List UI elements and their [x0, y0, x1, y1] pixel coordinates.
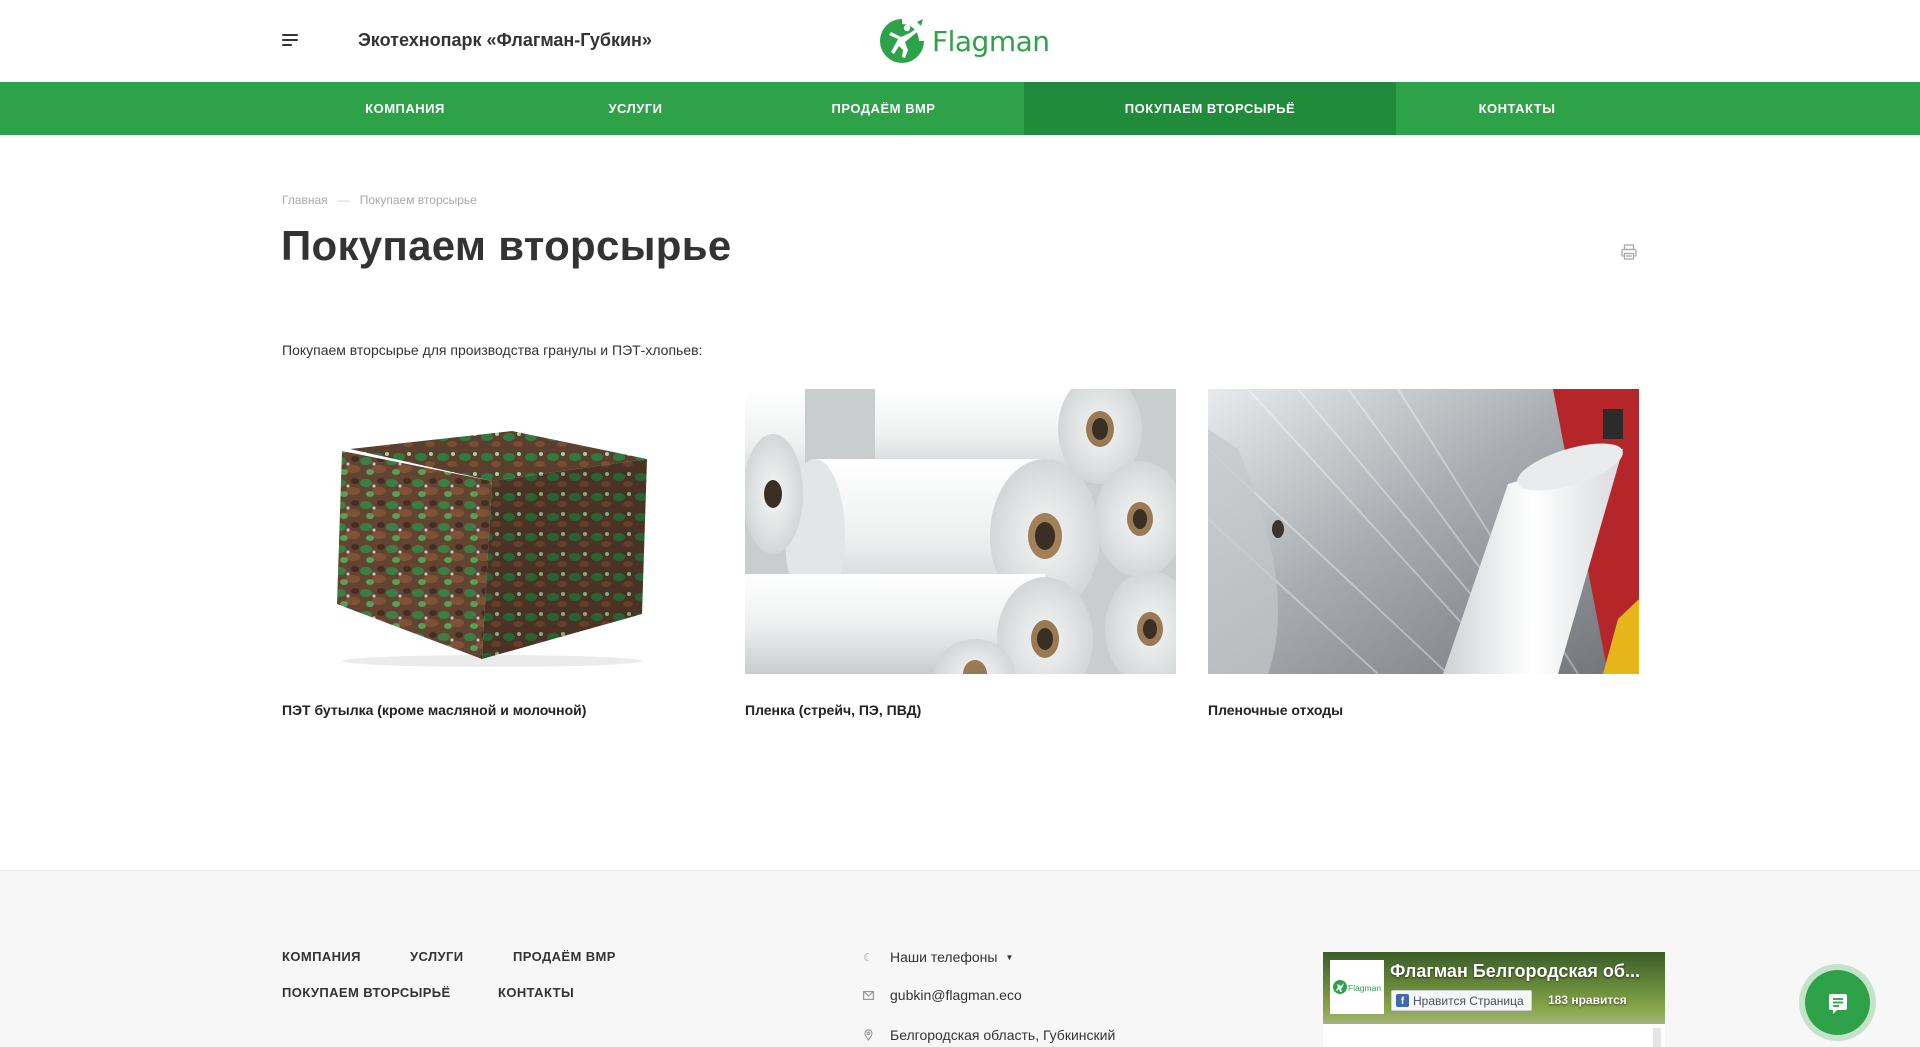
product-card[interactable]: Пленка (стрейч, ПЭ, ПВД) — [745, 389, 1176, 718]
email-link[interactable]: gubkin@flagman.eco — [890, 987, 1022, 1003]
product-card[interactable]: ПЭТ бутылка (кроме масляной и молочной) — [282, 389, 713, 718]
menu-icon[interactable] — [282, 33, 300, 47]
logo-text: Flagman — [932, 24, 1050, 58]
caret-down-icon: ▼ — [1005, 952, 1014, 962]
nav-item-contacts[interactable]: Контакты — [1396, 82, 1638, 135]
email-row: gubkin@flagman.eco — [862, 987, 1022, 1003]
nav-item-sell[interactable]: Продаём ВМР — [743, 82, 1024, 135]
nav-item-services[interactable]: Услуги — [528, 82, 743, 135]
facebook-icon: f — [1396, 994, 1409, 1007]
facebook-page-title[interactable]: Флагман Белгородская об... — [1390, 961, 1660, 982]
print-icon[interactable] — [1620, 243, 1638, 261]
footer-menu-sell[interactable]: Продаём ВМР — [513, 949, 616, 964]
facebook-feed-area — [1323, 1024, 1665, 1047]
breadcrumb-home[interactable]: Главная — [282, 193, 328, 207]
footer-menu-services[interactable]: Услуги — [410, 949, 463, 964]
phone-icon: ☾ — [863, 951, 873, 964]
logo[interactable]: Flagman — [877, 15, 1050, 67]
facebook-scrollbar[interactable] — [1653, 1028, 1661, 1047]
address-text: Белгородская область, Губкинский — [890, 1027, 1116, 1043]
card-title[interactable]: Пленка (стрейч, ПЭ, ПВД) — [745, 702, 1176, 718]
breadcrumb-separator: — — [337, 193, 350, 207]
facebook-page-widget[interactable]: Flagman Флагман Белгородская об... f Нра… — [1323, 952, 1665, 1047]
location-pin-icon — [862, 1029, 874, 1041]
facebook-like-count: 183 нравится — [1548, 993, 1627, 1007]
site-name: Экотехнопарк «Флагман-Губкин» — [358, 30, 652, 50]
facebook-page-logo[interactable]: Flagman — [1330, 960, 1384, 1014]
page-title: Покупаем вторсырье — [281, 222, 732, 269]
intro-text: Покупаем вторсырье для производства гран… — [282, 342, 703, 358]
film-waste-image[interactable] — [1208, 389, 1639, 674]
flagman-logo-small-icon: Flagman — [1333, 980, 1381, 994]
breadcrumb: Главная — Покупаем вторсырье — [282, 193, 477, 207]
phones-dropdown[interactable]: ☾ Наши телефоны ▼ — [862, 949, 1013, 965]
product-card[interactable]: Пленочные отходы — [1208, 389, 1639, 718]
svg-text:Flagman: Flagman — [1348, 983, 1381, 993]
site-header: Экотехнопарк «Флагман-Губкин» Flagman — [0, 0, 1920, 82]
chat-icon — [1828, 993, 1847, 1014]
footer-menu-buy[interactable]: Покупаем вторсырьё — [282, 985, 451, 1000]
phones-label: Наши телефоны — [890, 949, 998, 965]
footer-menu-company[interactable]: Компания — [282, 949, 361, 964]
facebook-like-button[interactable]: f Нравится Страница — [1391, 990, 1532, 1011]
nav-item-company[interactable]: Компания — [282, 82, 528, 135]
chat-button[interactable] — [1805, 970, 1870, 1035]
mail-icon — [862, 989, 874, 1001]
address-row: Белгородская область, Губкинский — [862, 1027, 1115, 1043]
nav-item-buy[interactable]: Покупаем вторсырьё — [1024, 82, 1396, 135]
card-title[interactable]: Пленочные отходы — [1208, 702, 1639, 718]
pet-bottle-bale-image[interactable] — [282, 389, 713, 674]
footer-menu-contacts[interactable]: Контакты — [498, 985, 574, 1000]
facebook-like-label: Нравится Страница — [1413, 993, 1524, 1008]
film-rolls-image[interactable] — [745, 389, 1176, 674]
card-title[interactable]: ПЭТ бутылка (кроме масляной и молочной) — [282, 702, 713, 718]
flagman-logo-icon — [880, 19, 924, 63]
breadcrumb-current: Покупаем вторсырье — [359, 193, 477, 207]
main-nav: Компания Услуги Продаём ВМР Покупаем вто… — [0, 82, 1920, 135]
